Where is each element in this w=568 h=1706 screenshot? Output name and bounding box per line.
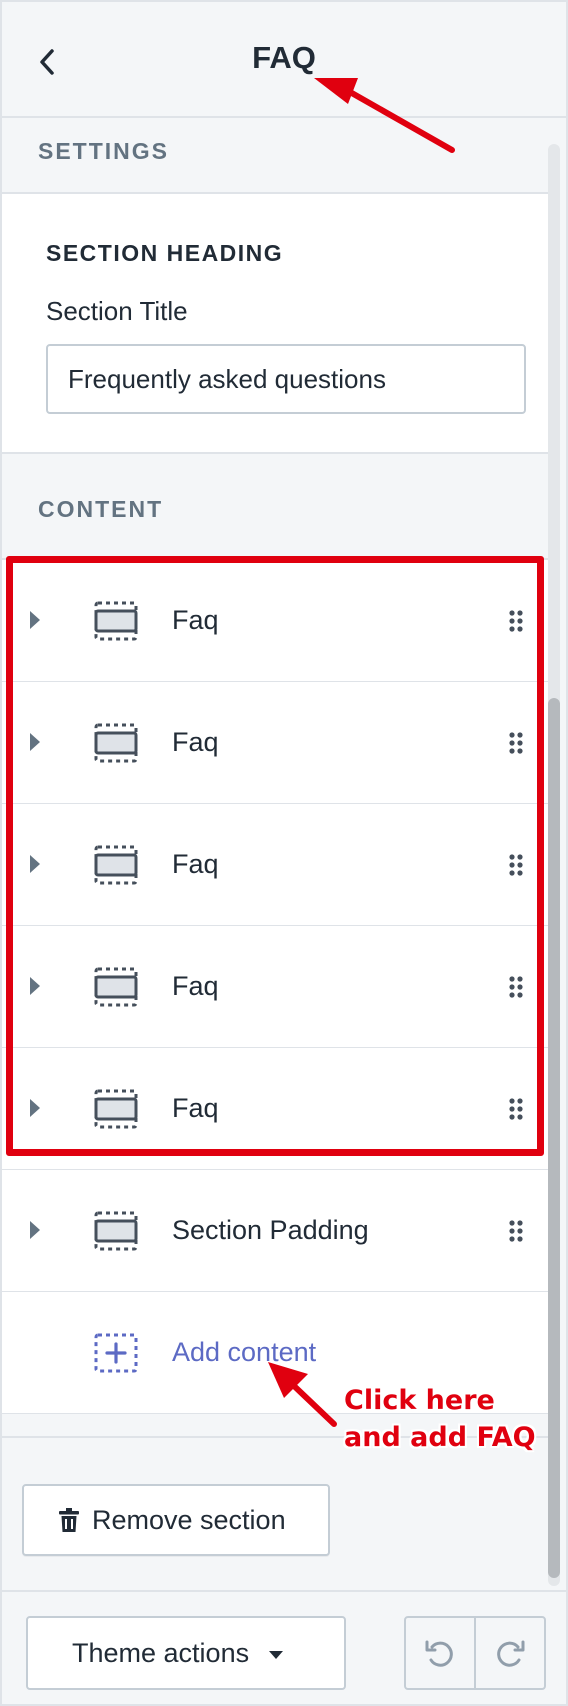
panel-footer: Theme actions: [2, 1590, 566, 1704]
block-label: Faq: [172, 970, 219, 1001]
settings-scroll-area: SETTINGS SECTION HEADING Section Title C…: [2, 118, 566, 1590]
content-block-faq-2[interactable]: Faq: [2, 682, 548, 804]
block-label: Faq: [172, 848, 219, 879]
block-label: Faq: [172, 1092, 219, 1123]
section-heading-label: SECTION HEADING: [46, 240, 284, 266]
block-icon: [94, 845, 138, 884]
add-block-icon: [94, 1333, 138, 1372]
undo-button[interactable]: [406, 1618, 476, 1688]
annotation-line-2: and add FAQ: [344, 1422, 536, 1453]
settings-card: SECTION HEADING Section Title: [2, 192, 548, 454]
content-section-label: CONTENT: [38, 496, 164, 522]
drag-handle-icon[interactable]: [508, 609, 524, 633]
theme-actions-dropdown[interactable]: Theme actions: [26, 1616, 346, 1690]
undo-icon: [425, 1640, 453, 1667]
block-icon: [94, 601, 138, 640]
caret-right-icon[interactable]: [30, 976, 40, 995]
caret-down-icon: [269, 1651, 284, 1659]
page-title: FAQ: [252, 40, 316, 75]
block-icon: [94, 1089, 138, 1128]
caret-right-icon[interactable]: [30, 1220, 40, 1239]
section-title-label: Section Title: [46, 296, 188, 326]
remove-section-area: Remove section: [2, 1436, 548, 1590]
section-title-input[interactable]: [46, 344, 526, 414]
caret-right-icon[interactable]: [30, 1098, 40, 1117]
content-block-list: Faq Faq Faq Faq Faq Section Padding Add …: [2, 558, 548, 1414]
undo-redo-group: [404, 1616, 546, 1690]
add-content-label: Add content: [172, 1336, 317, 1367]
remove-section-label: Remove section: [92, 1504, 286, 1535]
content-block-faq-4[interactable]: Faq: [2, 926, 548, 1048]
block-icon: [94, 723, 138, 762]
panel-header: FAQ: [2, 2, 566, 118]
settings-section-label: SETTINGS: [38, 138, 170, 164]
theme-actions-label: Theme actions: [72, 1637, 250, 1668]
caret-right-icon[interactable]: [30, 732, 40, 751]
annotation-line-1: Click here: [344, 1385, 495, 1416]
block-label: Faq: [172, 604, 219, 635]
block-label: Faq: [172, 726, 219, 757]
trash-icon: [59, 1508, 79, 1532]
drag-handle-icon[interactable]: [508, 975, 524, 999]
caret-right-icon[interactable]: [30, 854, 40, 873]
drag-handle-icon[interactable]: [508, 731, 524, 755]
block-icon: [94, 967, 138, 1006]
content-block-faq-5[interactable]: Faq: [2, 1048, 548, 1170]
content-block-faq-1[interactable]: Faq: [2, 560, 548, 682]
annotation-callout: Click here and add FAQ: [344, 1382, 536, 1456]
block-icon: [94, 1211, 138, 1250]
caret-right-icon[interactable]: [30, 610, 40, 629]
block-label: Section Padding: [172, 1214, 369, 1245]
content-block-section-padding[interactable]: Section Padding: [2, 1170, 548, 1292]
drag-handle-icon[interactable]: [508, 1097, 524, 1121]
redo-button[interactable]: [476, 1618, 544, 1688]
drag-handle-icon[interactable]: [508, 1219, 524, 1243]
remove-section-button[interactable]: Remove section: [22, 1484, 330, 1556]
redo-icon: [497, 1640, 525, 1667]
content-block-faq-3[interactable]: Faq: [2, 804, 548, 926]
scrollbar-thumb[interactable]: [548, 698, 560, 1578]
drag-handle-icon[interactable]: [508, 853, 524, 877]
